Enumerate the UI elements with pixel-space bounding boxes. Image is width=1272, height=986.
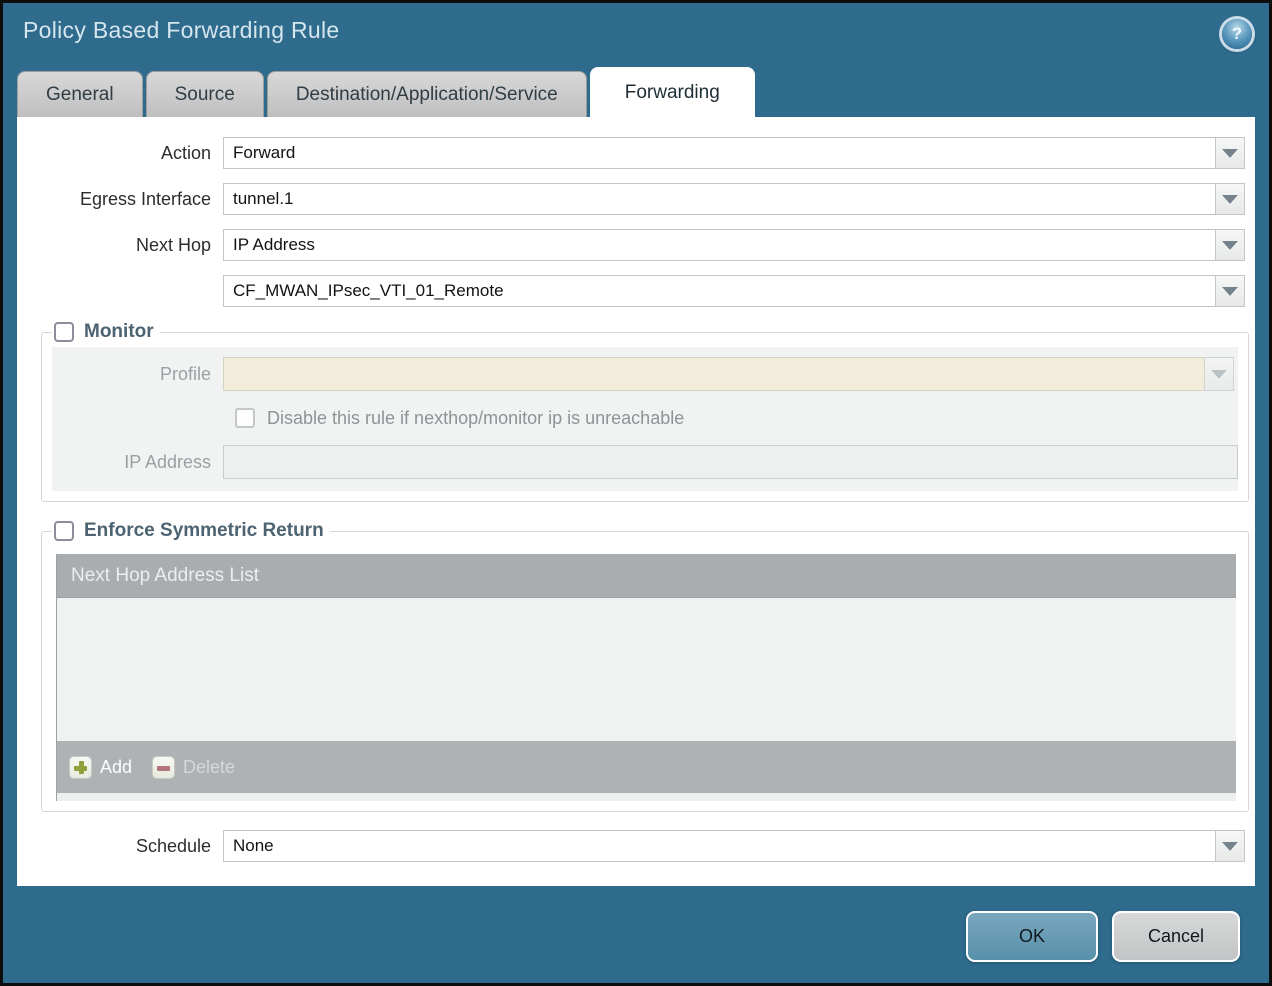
action-dropdown-button[interactable] <box>1215 137 1245 169</box>
enforce-symmetric-return-label: Enforce Symmetric Return <box>84 520 324 542</box>
monitor-profile-dropdown-button <box>1204 357 1234 391</box>
next-hop-dropdown-button[interactable] <box>1215 229 1245 261</box>
forwarding-tab-panel: Action Forward Egress Interface tunnel.1… <box>17 117 1255 886</box>
help-icon[interactable]: ? <box>1222 19 1252 49</box>
egress-interface-row: Egress Interface tunnel.1 <box>17 183 1245 215</box>
monitor-checkbox[interactable] <box>54 322 74 342</box>
monitor-ip-address-label: IP Address <box>52 452 223 473</box>
egress-interface-select[interactable]: tunnel.1 <box>223 183 1216 215</box>
add-button[interactable]: Add <box>69 756 132 779</box>
next-hop-address-list-table: Next Hop Address List Add Delete <box>56 554 1236 801</box>
schedule-row: Schedule None <box>17 830 1245 862</box>
monitor-profile-label: Profile <box>52 364 223 385</box>
chevron-down-icon <box>1211 370 1227 379</box>
enforce-symmetric-return-checkbox[interactable] <box>54 521 74 541</box>
tab-general[interactable]: General <box>17 71 143 117</box>
tab-destination-application-service[interactable]: Destination/Application/Service <box>267 71 587 117</box>
monitor-group-label: Monitor <box>84 321 154 343</box>
disable-rule-checkbox <box>235 408 255 428</box>
next-hop-label: Next Hop <box>17 235 223 256</box>
dialog-actions: OK Cancel <box>966 911 1240 962</box>
dialog-title: Policy Based Forwarding Rule <box>23 17 340 44</box>
delete-button-label: Delete <box>183 757 235 778</box>
egress-interface-label: Egress Interface <box>17 189 223 210</box>
monitor-profile-select <box>223 357 1205 391</box>
schedule-select[interactable]: None <box>223 830 1216 862</box>
schedule-dropdown-button[interactable] <box>1215 830 1245 862</box>
tab-forwarding[interactable]: Forwarding <box>590 67 755 117</box>
dialog-titlebar: Policy Based Forwarding Rule ? <box>3 3 1269 67</box>
tab-bar: General Source Destination/Application/S… <box>3 67 1269 117</box>
monitor-panel: Profile Disable this rule if nexthop/mon… <box>52 347 1238 491</box>
ok-button[interactable]: OK <box>966 911 1098 962</box>
minus-icon <box>152 756 175 779</box>
disable-rule-row: Disable this rule if nexthop/monitor ip … <box>52 403 1238 433</box>
action-row: Action Forward <box>17 137 1245 169</box>
chevron-down-icon <box>1222 842 1238 851</box>
action-label: Action <box>17 143 223 164</box>
monitor-ip-address-row: IP Address <box>52 445 1238 479</box>
chevron-down-icon <box>1222 195 1238 204</box>
delete-button: Delete <box>152 756 235 779</box>
action-select[interactable]: Forward <box>223 137 1216 169</box>
monitor-profile-row: Profile <box>52 357 1238 391</box>
next-hop-address-list-header: Next Hop Address List <box>57 554 1236 598</box>
next-hop-address-dropdown-button[interactable] <box>1215 275 1245 307</box>
chevron-down-icon <box>1222 287 1238 296</box>
next-hop-address-select[interactable]: CF_MWAN_IPsec_VTI_01_Remote <box>223 275 1216 307</box>
next-hop-address-row: CF_MWAN_IPsec_VTI_01_Remote <box>17 275 1245 307</box>
egress-interface-dropdown-button[interactable] <box>1215 183 1245 215</box>
next-hop-row: Next Hop IP Address <box>17 229 1245 261</box>
schedule-label: Schedule <box>17 836 223 857</box>
enforce-symmetric-return-group: Enforce Symmetric Return Next Hop Addres… <box>41 520 1249 812</box>
monitor-group: Monitor Profile Disable this rule if nex… <box>41 321 1249 502</box>
chevron-down-icon <box>1222 149 1238 158</box>
table-scroll-strip <box>57 793 1236 801</box>
add-button-label: Add <box>100 757 132 778</box>
tab-source[interactable]: Source <box>146 71 264 117</box>
chevron-down-icon <box>1222 241 1238 250</box>
cancel-button[interactable]: Cancel <box>1112 911 1240 962</box>
next-hop-select[interactable]: IP Address <box>223 229 1216 261</box>
monitor-ip-address-input <box>223 445 1238 479</box>
next-hop-address-list-body[interactable] <box>57 598 1236 741</box>
disable-rule-label: Disable this rule if nexthop/monitor ip … <box>267 408 684 429</box>
pbf-rule-dialog: Policy Based Forwarding Rule ? General S… <box>0 0 1272 986</box>
next-hop-address-list-footer: Add Delete <box>57 741 1236 793</box>
plus-icon <box>69 756 92 779</box>
